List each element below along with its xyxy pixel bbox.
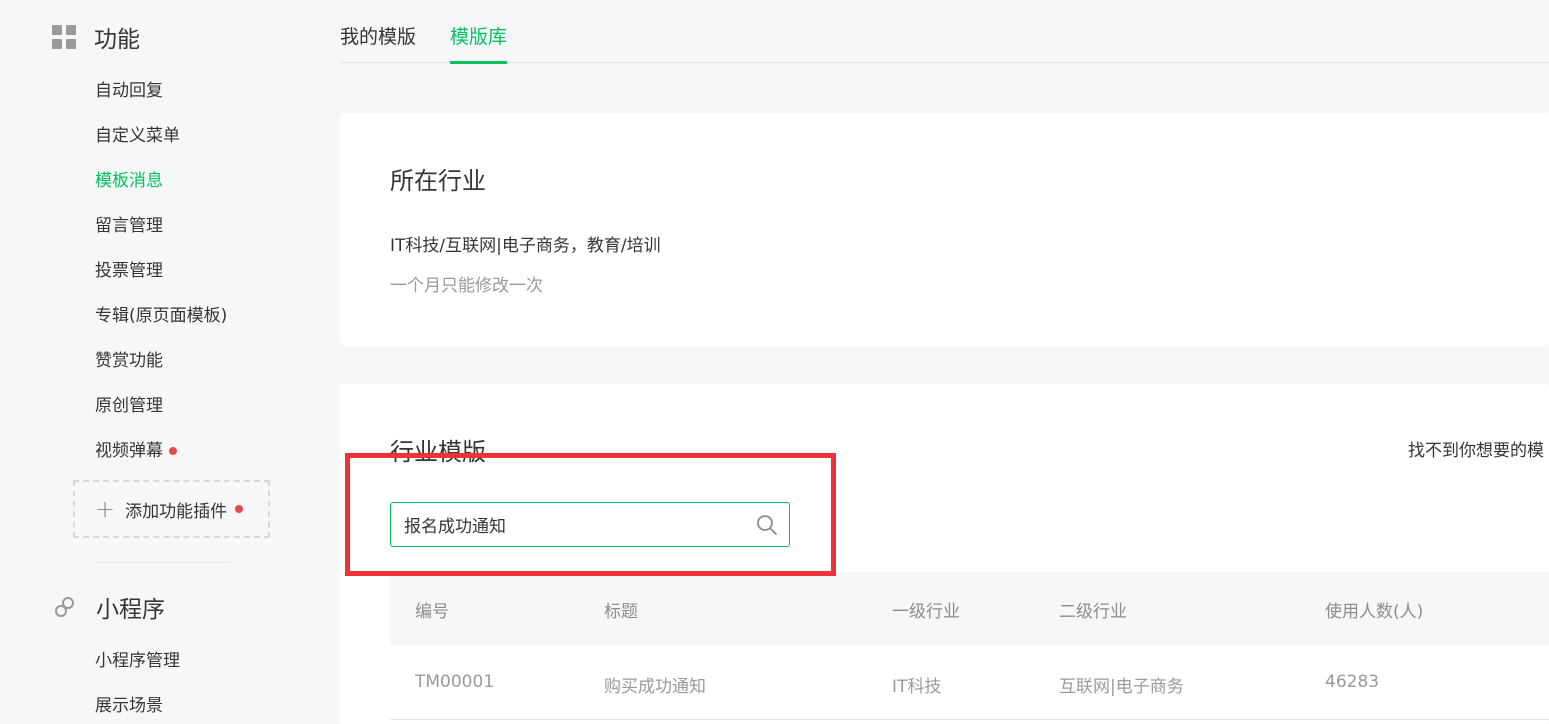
industry-template-card: 行业模版 找不到你想要的模 编号 标题 一级行业 二级行业 使用人数(人) TM…: [340, 384, 1549, 724]
tab-template-library[interactable]: 模版库: [450, 22, 508, 64]
column-header-primary-industry: 一级行业: [892, 602, 960, 622]
industry-title: 所在行业: [390, 167, 486, 195]
sidebar-item-comment-management[interactable]: 留言管理: [95, 211, 163, 236]
sidebar-item-vote-management[interactable]: 投票管理: [95, 256, 163, 281]
add-plugin-button[interactable]: + 添加功能插件: [73, 480, 270, 538]
sidebar-item-display-scene[interactable]: 展示场景: [95, 691, 163, 716]
template-search-input[interactable]: [391, 503, 741, 546]
search-icon[interactable]: [756, 514, 778, 536]
features-section-header: 功能: [52, 20, 140, 54]
column-header-secondary-industry: 二级行业: [1059, 602, 1127, 622]
column-header-id: 编号: [415, 602, 449, 622]
cell-secondary-industry: 互联网|电子商务: [1059, 677, 1184, 697]
cannot-find-template-link[interactable]: 找不到你想要的模: [1408, 436, 1544, 461]
sidebar-item-label: 视频弹幕: [95, 441, 163, 461]
column-header-title: 标题: [604, 602, 638, 622]
cell-primary-industry: IT科技: [892, 677, 942, 697]
sidebar-item-template-message[interactable]: 模板消息: [95, 166, 163, 191]
column-header-users: 使用人数(人): [1325, 602, 1424, 622]
table-row[interactable]: TM00001 购买成功通知 IT科技 互联网|电子商务 46283: [390, 645, 1549, 720]
plus-icon: +: [95, 495, 116, 523]
notification-dot: [169, 447, 177, 455]
tab-bar: 我的模版 模版库: [340, 0, 1549, 64]
cell-users: 46283: [1325, 672, 1380, 692]
add-plugin-label: 添加功能插件: [125, 501, 228, 522]
link-icon: [55, 597, 74, 617]
features-title: 功能: [94, 27, 140, 53]
tab-my-templates[interactable]: 我的模版: [340, 22, 416, 64]
industry-value: IT科技/互联网|电子商务，教育/培训: [390, 236, 661, 256]
industry-card: 所在行业 IT科技/互联网|电子商务，教育/培训 一个月只能修改一次: [340, 113, 1549, 346]
divider: [95, 562, 230, 563]
notification-dot: [235, 505, 244, 513]
sidebar-item-miniprogram-management[interactable]: 小程序管理: [95, 646, 180, 671]
table-header: 编号 标题 一级行业 二级行业 使用人数(人): [390, 572, 1549, 645]
miniprogram-section-header: 小程序: [52, 590, 165, 624]
industry-note: 一个月只能修改一次: [390, 276, 543, 296]
cell-title: 购买成功通知: [604, 677, 706, 697]
miniprogram-title: 小程序: [96, 597, 165, 623]
cell-id: TM00001: [415, 672, 495, 692]
template-search-box[interactable]: [390, 502, 790, 547]
sidebar-item-custom-menu[interactable]: 自定义菜单: [95, 121, 180, 146]
sidebar-item-auto-reply[interactable]: 自动回复: [95, 76, 163, 101]
sidebar-item-original[interactable]: 原创管理: [95, 391, 163, 416]
sidebar: 功能 自动回复 自定义菜单 模板消息 留言管理 投票管理 专辑(原页面模板) 赞…: [0, 0, 300, 724]
sidebar-item-video-danmaku[interactable]: 视频弹幕: [95, 436, 177, 461]
grid-icon: [52, 25, 76, 49]
sidebar-item-reward[interactable]: 赞赏功能: [95, 346, 163, 371]
sidebar-item-album[interactable]: 专辑(原页面模板): [95, 301, 227, 326]
industry-template-title: 行业模版: [390, 438, 486, 466]
